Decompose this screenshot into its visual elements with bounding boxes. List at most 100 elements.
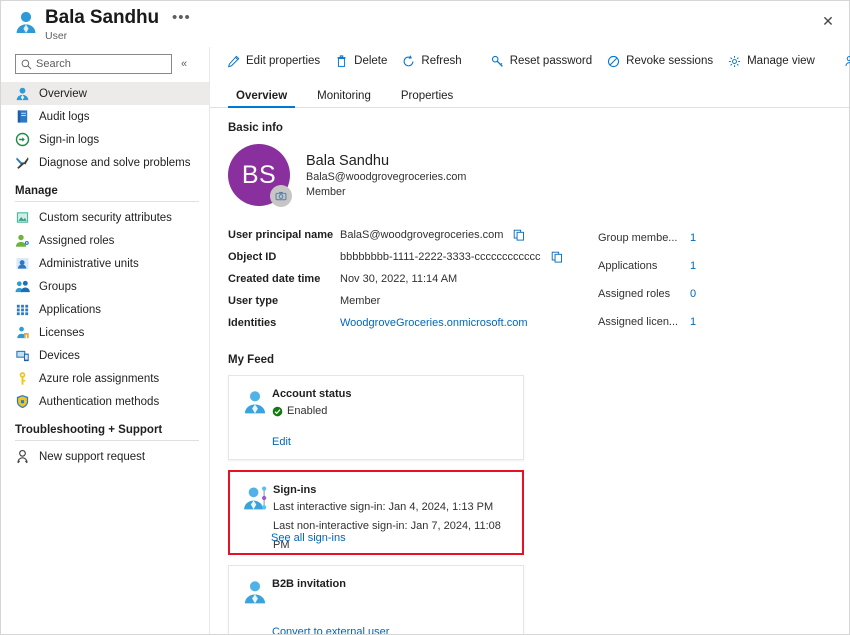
sidebar-item-diagnose-and-solve-problems[interactable]: Diagnose and solve problems <box>1 151 209 174</box>
my-feed-heading: My Feed <box>228 354 835 366</box>
tab-overview[interactable]: Overview <box>228 90 295 107</box>
collapse-sidebar-button[interactable]: « <box>181 59 187 70</box>
edit-properties-button[interactable]: Edit properties <box>220 49 327 73</box>
assigned-roles-count[interactable]: 0 <box>690 288 696 300</box>
sidebar-divider <box>15 201 199 202</box>
properties-left-column: User principal name BalaS@woodgrovegroce… <box>228 224 588 336</box>
property-label: User type <box>228 295 340 307</box>
user-member-type: Member <box>306 185 466 200</box>
property-row: Object ID bbbbbbbb-1111-2222-3333-cccccc… <box>228 246 588 268</box>
card-line: Enabled <box>272 402 511 421</box>
sidebar-item-sign-in-logs[interactable]: Sign-in logs <box>1 128 209 151</box>
blade-body: « Overview Audit logs <box>1 47 849 634</box>
license-icon <box>15 325 30 340</box>
sidebar-item-applications[interactable]: Applications <box>1 298 209 321</box>
user-avatar-icon <box>15 10 37 34</box>
trash-icon <box>335 55 348 68</box>
admin-unit-icon <box>15 256 30 271</box>
sidebar-item-label: Applications <box>39 304 101 316</box>
user-display-name: Bala Sandhu <box>306 152 466 170</box>
card-account-status[interactable]: Account status Enabled Edit <box>228 375 524 460</box>
sign-in-icon <box>15 132 30 147</box>
property-value: BalaS@woodgrovegroceries.com <box>340 229 503 241</box>
sidebar-item-custom-security-attributes[interactable]: Custom security attributes <box>1 206 209 229</box>
card-line: Last interactive sign-in: Jan 4, 2024, 1… <box>273 498 510 517</box>
copy-icon[interactable] <box>551 251 563 263</box>
user-icon <box>15 86 30 101</box>
sidebar-item-assigned-roles[interactable]: Assigned roles <box>1 229 209 252</box>
identities-link[interactable]: WoodgroveGroceries.onmicrosoft.com <box>340 317 527 329</box>
close-icon[interactable]: ✕ <box>815 8 841 34</box>
command-label: Refresh <box>421 55 461 67</box>
content-area: Edit properties Delete Refresh <box>210 47 849 634</box>
more-options-button[interactable]: ••• <box>172 11 191 25</box>
sidebar-item-overview[interactable]: Overview <box>1 82 209 105</box>
sidebar-item-administrative-units[interactable]: Administrative units <box>1 252 209 275</box>
sidebar-group-troubleshooting-label: Troubleshooting + Support <box>1 413 209 440</box>
person-icon <box>242 389 268 415</box>
sidebar-item-label: Azure role assignments <box>39 373 159 385</box>
property-row: User type Member <box>228 290 588 312</box>
apps-grid-icon <box>15 302 30 317</box>
see-all-sign-ins-link[interactable]: See all sign-ins <box>271 532 346 544</box>
basic-info-heading: Basic info <box>228 122 835 134</box>
sidebar-item-label: Custom security attributes <box>39 212 172 224</box>
sidebar: « Overview Audit logs <box>1 47 210 634</box>
sidebar-item-licenses[interactable]: Licenses <box>1 321 209 344</box>
refresh-icon <box>402 55 415 68</box>
sidebar-item-label: Licenses <box>39 327 84 339</box>
card-b2b-invitation[interactable]: B2B invitation Convert to external user <box>228 565 524 634</box>
refresh-button[interactable]: Refresh <box>395 49 468 73</box>
tab-monitoring[interactable]: Monitoring <box>309 90 379 107</box>
assigned-licenses-count[interactable]: 1 <box>690 316 696 328</box>
gear-icon <box>728 55 741 68</box>
user-email: BalaS@woodgrovegroceries.com <box>306 170 466 185</box>
group-icon <box>15 279 30 294</box>
search-input[interactable] <box>36 58 156 70</box>
sidebar-item-azure-role-assignments[interactable]: Azure role assignments <box>1 367 209 390</box>
user-blade-window: Bala Sandhu ••• User ✕ « <box>0 0 850 635</box>
sidebar-item-label: Devices <box>39 350 80 362</box>
key-reset-icon <box>491 55 504 68</box>
check-circle-icon <box>272 406 283 417</box>
property-label: User principal name <box>228 229 340 241</box>
support-person-icon <box>15 449 30 464</box>
card-line-text: Enabled <box>287 402 327 421</box>
title-text: Bala Sandhu ••• User <box>45 7 191 42</box>
command-label: Revoke sessions <box>626 55 713 67</box>
edit-link[interactable]: Edit <box>272 436 291 448</box>
sidebar-item-label: Groups <box>39 281 77 293</box>
card-title: Account status <box>272 387 511 402</box>
overview-pane: Basic info BS Bala Sandhu <box>210 108 849 634</box>
change-photo-button[interactable] <box>270 185 292 207</box>
card-icon-wrap <box>242 577 272 634</box>
book-icon <box>15 109 30 124</box>
revoke-sessions-button[interactable]: Revoke sessions <box>600 49 720 73</box>
copy-icon[interactable] <box>513 229 525 241</box>
reset-password-button[interactable]: Reset password <box>484 49 599 73</box>
tab-properties[interactable]: Properties <box>393 90 461 107</box>
search-box[interactable] <box>15 54 172 74</box>
group-memberships-count[interactable]: 1 <box>690 232 696 244</box>
sidebar-item-authentication-methods[interactable]: Authentication methods <box>1 390 209 413</box>
applications-count[interactable]: 1 <box>690 260 696 272</box>
sidebar-divider <box>15 440 199 441</box>
sidebar-item-groups[interactable]: Groups <box>1 275 209 298</box>
convert-to-external-user-link[interactable]: Convert to external user <box>272 626 389 634</box>
property-label: Created date time <box>228 273 340 285</box>
got-feedback-button[interactable]: Got feedback? <box>837 49 850 73</box>
delete-button[interactable]: Delete <box>328 49 394 73</box>
avatar-wrapper: BS <box>228 144 290 206</box>
sidebar-item-devices[interactable]: Devices <box>1 344 209 367</box>
sidebar-group-manage-label: Manage <box>1 174 209 201</box>
manage-view-button[interactable]: Manage view <box>721 49 822 73</box>
card-body: Account status Enabled <box>272 387 511 459</box>
command-label: Edit properties <box>246 55 320 67</box>
sidebar-item-audit-logs[interactable]: Audit logs <box>1 105 209 128</box>
property-row: User principal name BalaS@woodgrovegroce… <box>228 224 588 246</box>
property-row: Assigned licen... 1 <box>598 308 835 336</box>
sidebar-item-new-support-request[interactable]: New support request <box>1 445 209 468</box>
card-sign-ins[interactable]: Sign-ins Last interactive sign-in: Jan 4… <box>228 470 524 555</box>
shield-attribute-icon <box>15 210 30 225</box>
feedback-icon <box>844 55 850 68</box>
